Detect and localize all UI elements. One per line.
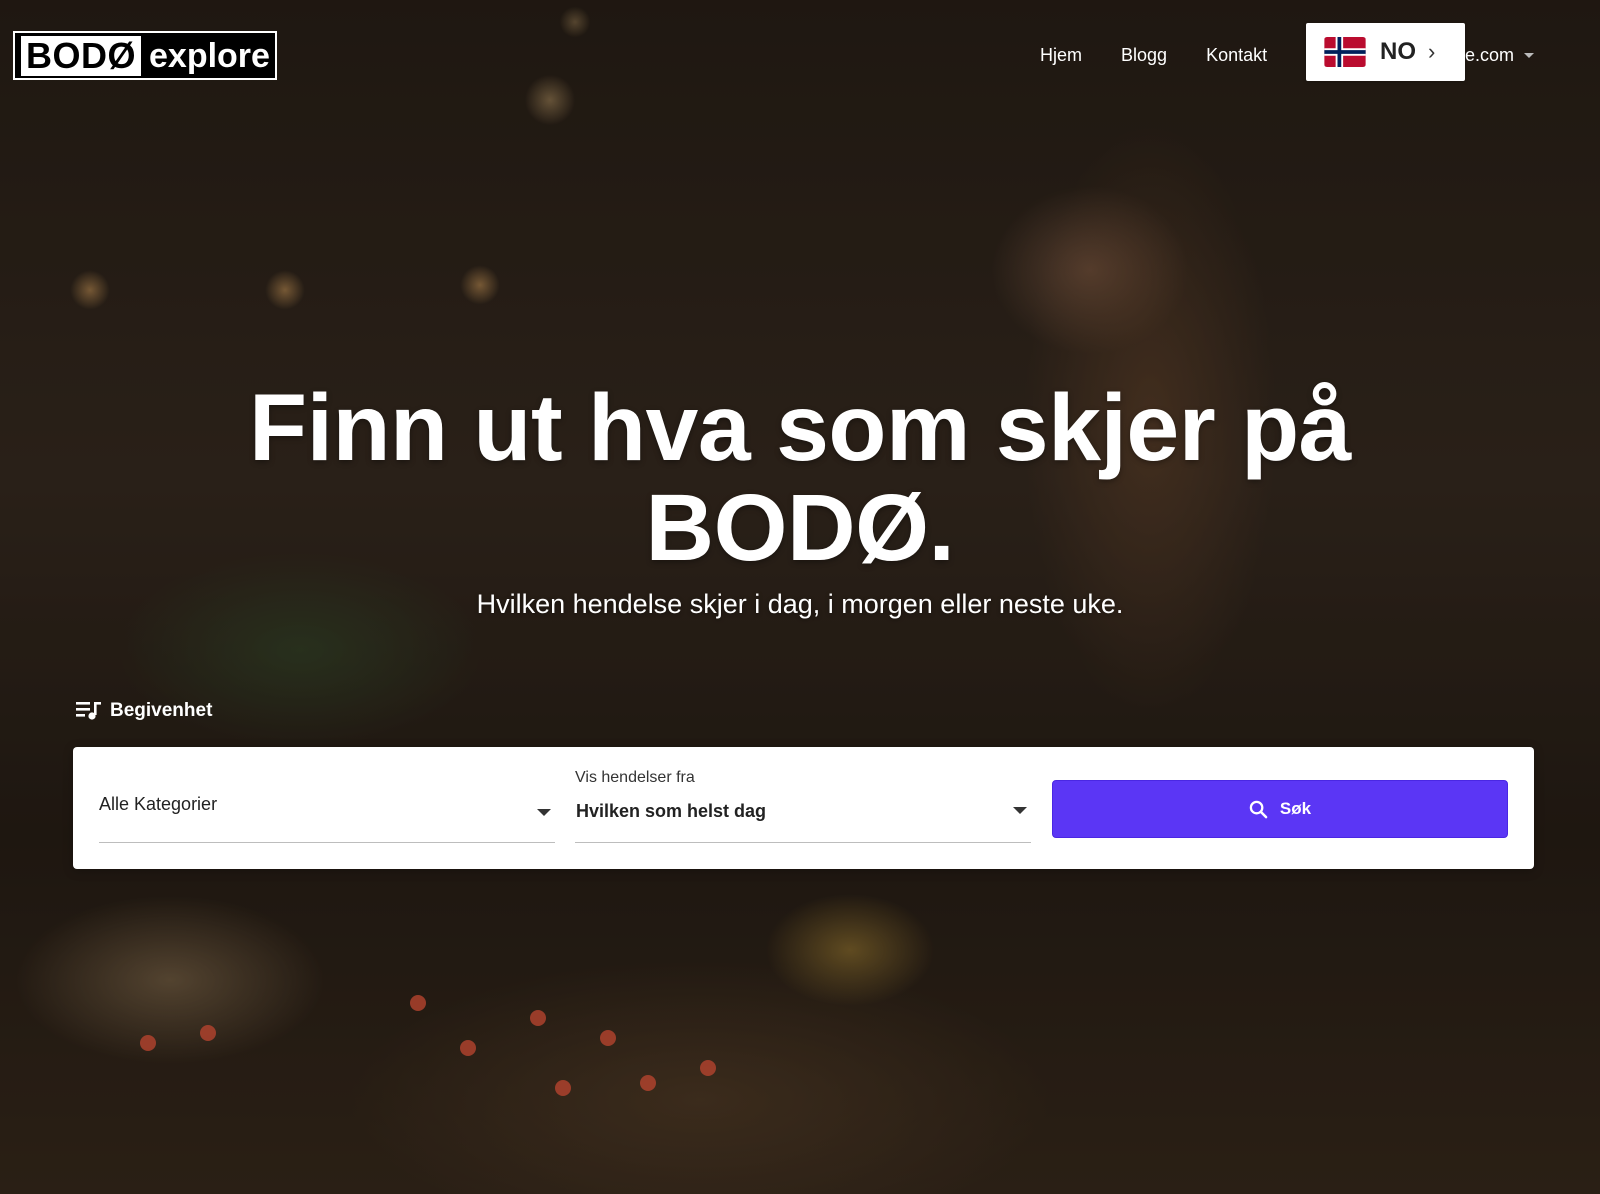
hero-title-line2: BODØ. <box>645 475 955 581</box>
search-panel: Alle Kategorier Vis hendelser fra Hvilke… <box>73 747 1534 869</box>
background-decoration <box>555 1080 571 1096</box>
search-button-label: Søk <box>1279 799 1312 818</box>
background-decoration <box>600 1030 616 1046</box>
background-decoration <box>140 1035 156 1051</box>
event-list-icon <box>76 702 101 720</box>
hero-subtitle: Hvilken hendelse skjer i dag, i morgen e… <box>476 589 1124 619</box>
language-switcher[interactable]: NO › <box>1306 23 1465 81</box>
background-decoration <box>410 995 426 1011</box>
tab-begivenhet[interactable]: Begivenhet <box>76 700 212 722</box>
nav-link-blogg[interactable]: Blogg <box>1121 44 1167 66</box>
date-select[interactable]: Vis hendelser fra Hvilken som helst dag <box>575 769 1031 843</box>
nav-link-hjem[interactable]: Hjem <box>1040 44 1082 66</box>
category-select[interactable]: Alle Kategorier <box>99 769 555 843</box>
logo-explore-text: explore <box>149 36 270 75</box>
caret-down-icon <box>1013 807 1027 814</box>
search-button[interactable]: Søk <box>1052 780 1508 838</box>
background-decoration <box>460 1040 476 1056</box>
caret-down-icon <box>1524 52 1535 58</box>
site-logo[interactable]: BODØ explore <box>13 31 277 80</box>
language-code: NO <box>1380 38 1416 65</box>
caret-down-icon <box>537 809 551 816</box>
nav-link-kontakt[interactable]: Kontakt <box>1206 44 1267 66</box>
date-select-label: Vis hendelser fra <box>575 769 695 786</box>
chevron-right-icon: › <box>1428 39 1436 64</box>
tab-label: Begivenhet <box>110 700 213 721</box>
date-select-value: Hvilken som helst dag <box>576 801 767 821</box>
norway-flag-icon <box>1324 37 1366 67</box>
search-icon <box>1249 800 1268 818</box>
category-select-value: Alle Kategorier <box>99 794 218 814</box>
background-decoration <box>640 1075 656 1091</box>
main-nav: Hjem Blogg Kontakt <box>1040 44 1267 66</box>
hero-title-line1: Finn ut hva som skjer på <box>249 375 1351 481</box>
background-decoration <box>200 1025 216 1041</box>
background-decoration <box>700 1060 716 1076</box>
background-decoration <box>530 1010 546 1026</box>
hero-title: Finn ut hva som skjer på BODØ. <box>0 378 1600 578</box>
logo-bodo-text: BODØ <box>21 35 141 76</box>
